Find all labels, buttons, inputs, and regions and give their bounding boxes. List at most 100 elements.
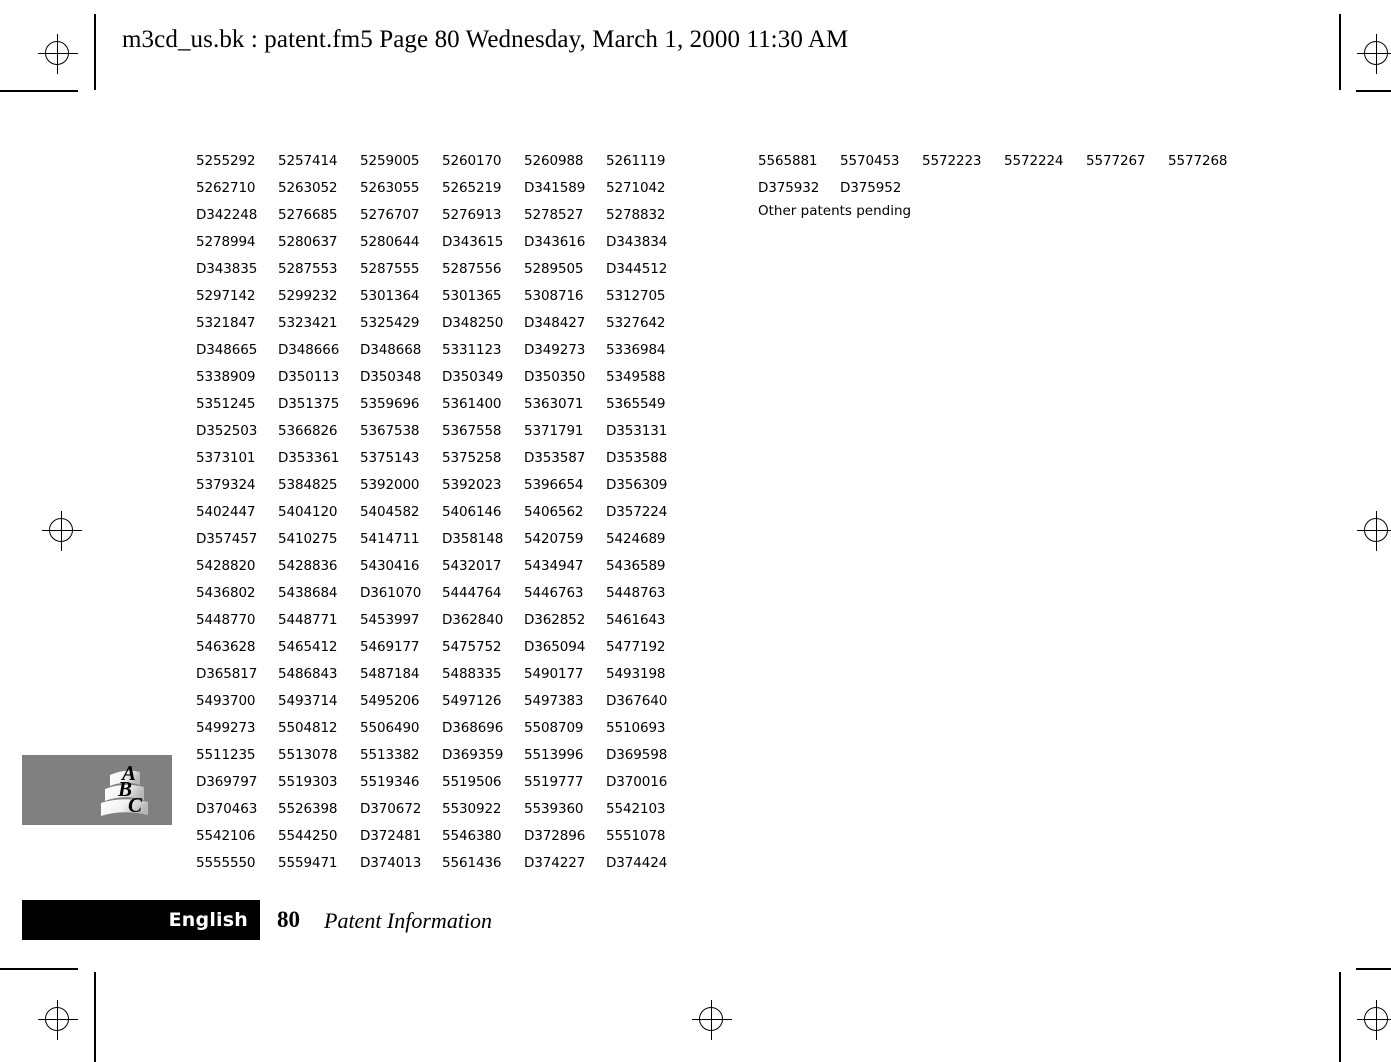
patent-table-left-body: 5255292 5257414 5259005 5260170 5260988 52611…: [196, 147, 688, 876]
patent-number-cell: 5276913: [442, 206, 502, 223]
patent-number-cell: 5365549: [606, 395, 666, 412]
table-row: D343835 5287553 5287555 5287556 5289505 D3445…: [196, 255, 688, 282]
table-row: D369797 5519303 5519346 5519506 5519777 D3700…: [196, 768, 688, 795]
table-row: D342248 5276685 5276707 5276913 5278527 52788…: [196, 201, 688, 228]
patent-number-cell: 5392000: [360, 476, 420, 493]
patent-number-cell: 5539360: [524, 800, 584, 817]
patent-number-cell: 5327642: [606, 314, 666, 331]
page-number: 80: [277, 907, 300, 932]
registration-mark-icon-bottom-right: [1357, 1000, 1391, 1040]
patent-number-cell: 5363071: [524, 395, 584, 412]
patent-number-cell: 5487184: [360, 665, 420, 682]
patent-number-cell: D348668: [360, 341, 422, 358]
patent-number-cell: 5493714: [278, 692, 338, 709]
registration-mark-icon-bottom-left: [38, 1000, 78, 1040]
patent-number-cell: D353587: [524, 449, 586, 466]
patent-number-cell: 5331123: [442, 341, 502, 358]
patent-number-cell: 5526398: [278, 800, 338, 817]
patent-number-cell: 5361400: [442, 395, 502, 412]
patent-number-cell: 5259005: [360, 152, 420, 169]
table-row: D365817 5486843 5487184 5488335 5490177 54931…: [196, 660, 688, 687]
patent-number-cell: D342248: [196, 206, 258, 223]
patent-number-cell: 5278832: [606, 206, 666, 223]
abc-logo-icon: A B C: [101, 761, 148, 817]
table-row: 5255292 5257414 5259005 5260170 5260988 52611…: [196, 147, 688, 174]
patent-number-table-right: 5565881 5570453 5572223 5572224 5577267 55772…: [758, 147, 1250, 201]
patent-number-cell: D353131: [606, 422, 668, 439]
patent-number-cell: 5375143: [360, 449, 420, 466]
patent-number-cell: 5559471: [278, 854, 338, 871]
crop-rule-bottom-left-horizontal: [0, 968, 78, 970]
patent-number-cell: 5510693: [606, 719, 666, 736]
crop-rule-bottom-left-vertical: [94, 972, 96, 1062]
file-header-line: m3cd_us.bk : patent.fm5 Page 80 Wednesda…: [122, 26, 849, 53]
patent-number-cell: 5280644: [360, 233, 420, 250]
patent-number-cell: 5366826: [278, 422, 338, 439]
crop-rule-top-right-horizontal: [1356, 90, 1391, 92]
patent-number-cell: 5263055: [360, 179, 420, 196]
patent-number-cell: 5530922: [442, 800, 502, 817]
table-row: 5555550 5559471 D374013 5561436 D374227 D3744…: [196, 849, 688, 876]
patent-number-cell: D369359: [442, 746, 504, 763]
patent-number-cell: 5469177: [360, 638, 420, 655]
patent-number-cell: 5323421: [278, 314, 338, 331]
patent-number-cell: D353588: [606, 449, 668, 466]
patent-number-cell: D369797: [196, 773, 258, 790]
patent-number-cell: D350349: [442, 368, 504, 385]
patent-number-cell: 5463628: [196, 638, 256, 655]
patent-number-cell: 5486843: [278, 665, 338, 682]
language-label: English: [168, 909, 248, 931]
registration-mark-icon-top-right: [1357, 34, 1391, 74]
table-row: 5278994 5280637 5280644 D343615 D343616 D3438…: [196, 228, 688, 255]
patent-number-cell: [1086, 174, 1168, 201]
patent-number-cell: 5396654: [524, 476, 584, 493]
patent-number-cell: 5280637: [278, 233, 338, 250]
patent-number-cell: 5428836: [278, 557, 338, 574]
table-row: 5511235 5513078 5513382 D369359 5513996 D3695…: [196, 741, 688, 768]
crop-rule-top-right-vertical: [1339, 14, 1341, 90]
patent-number-cell: 5438684: [278, 584, 338, 601]
patent-number-cell: 5301364: [360, 287, 420, 304]
patent-number-cell: 5271042: [606, 179, 666, 196]
patent-number-cell: 5289505: [524, 260, 584, 277]
table-row: 5262710 5263052 5263055 5265219 D341589 52710…: [196, 174, 688, 201]
table-row: 5321847 5323421 5325429 D348250 D348427 53276…: [196, 309, 688, 336]
patent-number-cell: 5351245: [196, 395, 256, 412]
patent-number-cell: 5263052: [278, 179, 338, 196]
crop-rule-bottom-right-vertical: [1339, 972, 1341, 1062]
patent-number-cell: [1004, 174, 1086, 201]
patent-number-cell: 5461643: [606, 611, 666, 628]
patent-number-cell: 5490177: [524, 665, 584, 682]
patent-number-cell: [922, 174, 1004, 201]
patent-number-cell: 5287556: [442, 260, 502, 277]
crop-rule-bottom-right-horizontal: [1356, 968, 1391, 970]
patent-number-cell: 5276707: [360, 206, 420, 223]
patent-number-cell: 5572224: [1004, 152, 1064, 169]
patent-number-cell: 5420759: [524, 530, 584, 547]
patent-number-cell: 5453997: [360, 611, 420, 628]
patent-number-cell: D352503: [196, 422, 258, 439]
patent-number-cell: D344512: [606, 260, 668, 277]
other-patents-pending-note: Other patents pending: [758, 203, 912, 219]
patent-number-cell: 5493198: [606, 665, 666, 682]
patent-number-cell: D357224: [606, 503, 668, 520]
table-row: 5351245 D351375 5359696 5361400 5363071 53655…: [196, 390, 688, 417]
patent-number-cell: D351375: [278, 395, 340, 412]
patent-number-cell: 5436802: [196, 584, 256, 601]
patent-number-cell: 5542103: [606, 800, 666, 817]
patent-number-cell: 5359696: [360, 395, 420, 412]
patent-number-cell: 5287553: [278, 260, 338, 277]
patent-number-cell: 5404120: [278, 503, 338, 520]
patent-number-cell: 5338909: [196, 368, 256, 385]
registration-mark-icon-middle-right: [1357, 511, 1391, 551]
patent-number-cell: 5519303: [278, 773, 338, 790]
patent-number-cell: 5572223: [922, 152, 982, 169]
crop-rule-top-left-vertical: [94, 14, 96, 90]
patent-number-cell: 5428820: [196, 557, 256, 574]
table-row: 5402447 5404120 5404582 5406146 5406562 D3572…: [196, 498, 688, 525]
patent-number-cell: 5448763: [606, 584, 666, 601]
patent-number-cell: 5519777: [524, 773, 584, 790]
patent-number-cell: 5299232: [278, 287, 338, 304]
patent-number-cell: 5551078: [606, 827, 666, 844]
patent-number-cell: 5261119: [606, 152, 666, 169]
